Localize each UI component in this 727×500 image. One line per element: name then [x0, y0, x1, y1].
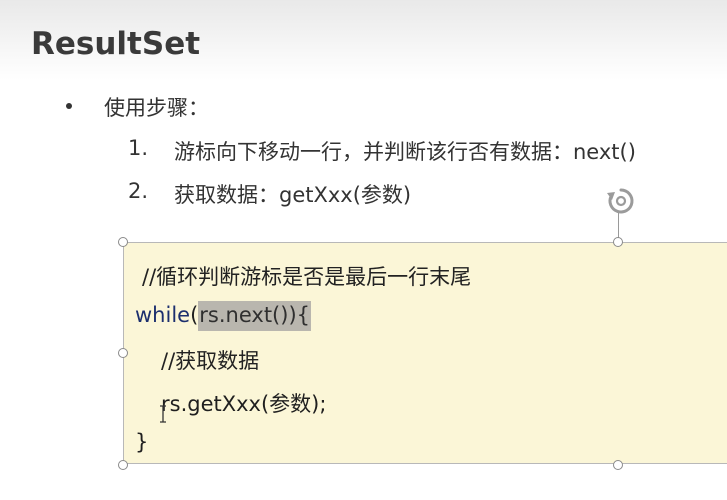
resize-handle-top-middle[interactable] — [613, 237, 623, 247]
step-number: 2. — [128, 179, 149, 203]
code-while-line: while(rs.next()){ — [135, 301, 311, 331]
code-closing-brace: } — [135, 430, 149, 454]
resize-handle-middle-left[interactable] — [118, 348, 128, 358]
resize-handle-bottom-left[interactable] — [118, 460, 128, 470]
code-comment-loop: //循环判断游标是否是最后一行末尾 — [142, 265, 472, 289]
bullet-dot — [66, 103, 72, 109]
code-selected-text: rs.next()){ — [198, 301, 311, 331]
slide-title: ResultSet — [31, 26, 201, 62]
code-keyword-while: while — [135, 303, 191, 327]
step-number: 1. — [128, 136, 149, 160]
rotate-handle-icon[interactable] — [605, 185, 637, 217]
step-text: 获取数据：getXxx(参数) — [174, 183, 412, 207]
bullet-text: 使用步骤： — [104, 96, 209, 120]
resize-handle-top-left[interactable] — [118, 237, 128, 247]
text-cursor-icon — [160, 405, 166, 423]
step-text: 游标向下移动一行，并判断该行否有数据：next() — [174, 140, 636, 164]
resize-handle-bottom-middle[interactable] — [613, 460, 623, 470]
code-getxxx-line: rs.getXxx(参数); — [161, 392, 327, 416]
code-comment-get-data: //获取数据 — [161, 349, 260, 373]
